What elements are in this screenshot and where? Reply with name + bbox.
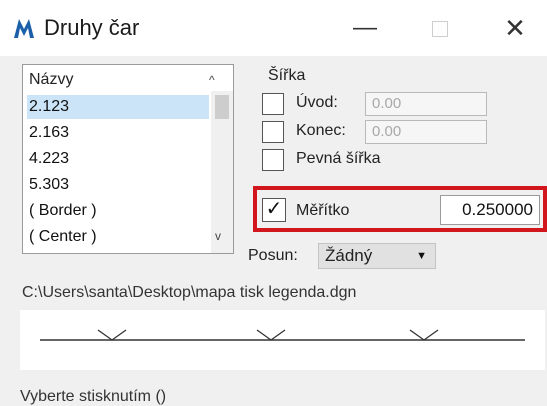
scale-label: Měřítko [296, 202, 350, 219]
shift-dropdown[interactable]: Žádný ▼ [318, 243, 436, 269]
end-width-field[interactable]: 0.00 [365, 120, 487, 144]
close-button[interactable]: ✕ [485, 8, 545, 48]
scale-input[interactable]: 0.250000 [440, 195, 540, 225]
maximize-icon [432, 21, 448, 37]
minimize-button[interactable]: — [335, 8, 395, 48]
chevron-down-icon[interactable]: v [215, 229, 221, 243]
linestyle-preview [20, 310, 545, 370]
window-title: Druhy čar [44, 15, 140, 40]
list-item[interactable]: ( Border ) [27, 199, 209, 223]
caret-down-icon: ▼ [416, 250, 427, 262]
fixed-width-label: Pevná šířka [296, 150, 381, 167]
end-width-checkbox[interactable] [262, 121, 284, 143]
start-width-checkbox[interactable] [262, 93, 284, 115]
sort-ascending-icon[interactable]: ^ [209, 73, 215, 87]
list-item[interactable]: ( Center ) [27, 225, 209, 249]
title-bar: Druhy čar — ✕ [0, 0, 547, 56]
shift-label: Posun: [248, 247, 298, 264]
width-group-label: Šířka [268, 67, 306, 84]
scrollbar-thumb[interactable] [215, 95, 229, 119]
list-scrollbar[interactable]: v [211, 91, 233, 253]
fixed-width-checkbox[interactable] [262, 149, 284, 171]
shift-selected-value: Žádný [325, 246, 373, 265]
scale-checkbox[interactable]: ✓ [262, 198, 286, 222]
linestyle-preview-graphic [40, 329, 525, 341]
linestyle-list[interactable]: Názvy ^ 2.123 2.163 4.223 5.303 ( Border… [22, 64, 234, 254]
status-bar-text: Vyberte stisknutím () [20, 388, 167, 405]
list-column-header[interactable]: Názvy [29, 71, 73, 89]
list-item[interactable]: 5.303 [27, 173, 209, 197]
file-path: C:\Users\santa\Desktop\mapa tisk legenda… [22, 284, 357, 301]
list-item[interactable]: 4.223 [27, 147, 209, 171]
start-width-label: Úvod: [296, 94, 338, 111]
start-width-field[interactable]: 0.00 [365, 92, 487, 116]
maximize-button[interactable] [410, 8, 470, 48]
end-width-label: Konec: [296, 122, 346, 139]
microstation-logo-icon [14, 19, 34, 38]
list-item[interactable]: 2.123 [27, 95, 209, 119]
list-item[interactable]: 2.163 [27, 121, 209, 145]
